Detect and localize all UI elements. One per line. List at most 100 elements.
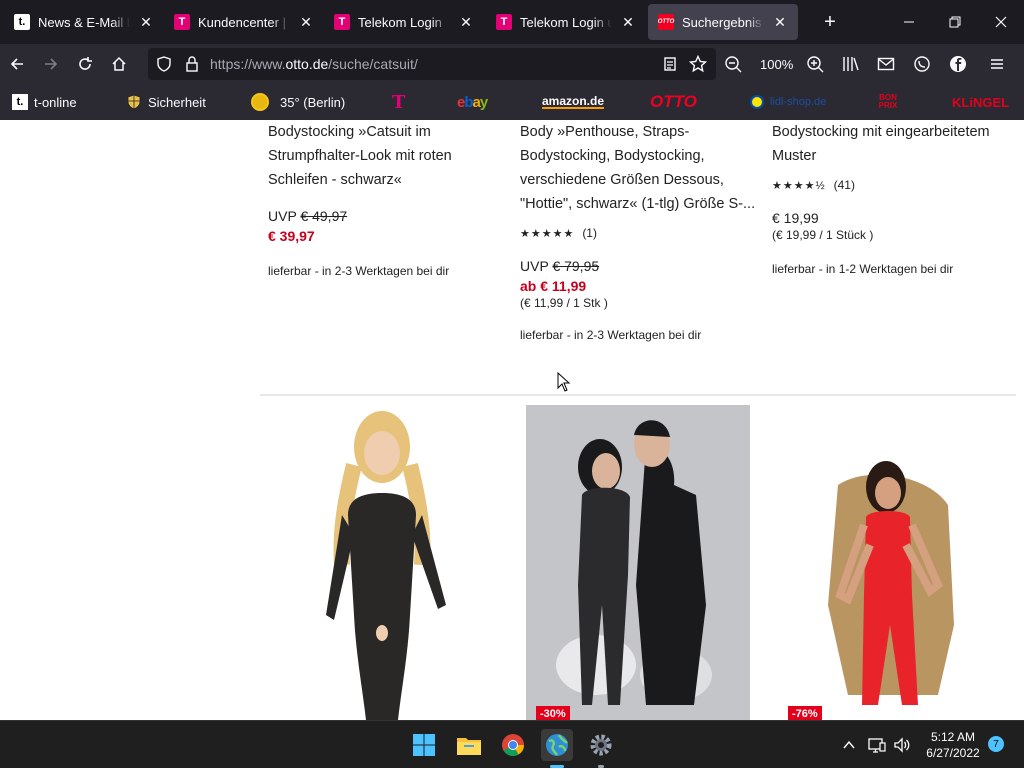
- restore-icon: [949, 16, 961, 28]
- bookmark-klingel[interactable]: KLiNGEL: [952, 92, 1009, 112]
- bookmark-lidl[interactable]: lidl-shop.de: [750, 92, 826, 112]
- mouse-cursor-icon: [557, 372, 571, 392]
- zoom-level[interactable]: 100%: [760, 48, 793, 80]
- hamburger-menu-icon: [991, 59, 1003, 69]
- shield-icon: [127, 94, 141, 110]
- product-title[interactable]: Bodystocking mit eingearbeitetem Muster: [772, 120, 1012, 168]
- bookmark-weather[interactable]: 35° (Berlin): [250, 92, 345, 112]
- notification-badge[interactable]: 7: [988, 736, 1004, 752]
- product-image[interactable]: -76%: [778, 405, 1006, 720]
- product-title[interactable]: Body »Penthouse, Straps-Bodystocking, Bo…: [520, 120, 760, 216]
- menu-button[interactable]: [989, 48, 1005, 80]
- globe-icon: [546, 734, 568, 756]
- close-icon[interactable]: ✕: [138, 14, 154, 31]
- library-button[interactable]: [842, 48, 860, 80]
- reader-view-icon[interactable]: [662, 56, 678, 72]
- show-hidden-icons-button[interactable]: [842, 721, 856, 769]
- product-image[interactable]: [270, 405, 498, 720]
- product-uvp: UVP € 49,97: [268, 208, 508, 224]
- klingel-logo: KLiNGEL: [952, 94, 1010, 110]
- shield-icon[interactable]: [156, 56, 172, 72]
- product-card[interactable]: Bodystocking »Catsuit im Strumpfhalter-L…: [268, 120, 508, 278]
- rating-count: (1): [582, 226, 597, 240]
- tab-kundencenter[interactable]: T Kundencenter | Telekom ✕: [164, 4, 324, 40]
- mail-button[interactable]: [877, 48, 895, 80]
- arrow-right-icon: [45, 58, 58, 70]
- url-text[interactable]: https://www.otto.de/suche/catsuit/: [210, 56, 418, 72]
- otto-logo: OTTO: [650, 92, 697, 111]
- clock[interactable]: 5:12 AM 6/27/2022: [918, 729, 988, 761]
- file-explorer-button[interactable]: [453, 729, 485, 761]
- couple-bodystocking-image: [526, 405, 750, 720]
- gear-icon: [590, 734, 612, 756]
- close-icon[interactable]: ✕: [458, 14, 474, 31]
- product-price: € 39,97: [268, 228, 315, 244]
- tab-title: Telekom Login: [358, 14, 442, 30]
- bookmark-t-online[interactable]: t. t-online: [12, 92, 77, 112]
- settings-button[interactable]: [585, 729, 617, 768]
- product-price: ab € 11,99: [520, 278, 587, 294]
- zoom-in-button[interactable]: [806, 48, 824, 80]
- amazon-logo: amazon.de: [542, 94, 605, 109]
- telekom-favicon-icon: T: [334, 14, 350, 30]
- telekom-favicon-icon: T: [174, 14, 190, 30]
- url-domain: otto.de: [285, 56, 329, 72]
- close-icon[interactable]: ✕: [772, 14, 788, 31]
- facebook-button[interactable]: [949, 48, 967, 80]
- product-title[interactable]: Bodystocking »Catsuit im Strumpfhalter-L…: [268, 120, 508, 192]
- uvp-label: UVP: [520, 258, 549, 274]
- reload-button[interactable]: [68, 48, 102, 80]
- bookmark-label: t-online: [34, 94, 77, 110]
- chrome-button[interactable]: [497, 729, 529, 761]
- bookmark-ebay[interactable]: ebay: [457, 92, 488, 112]
- back-button[interactable]: [0, 48, 34, 80]
- tab-title: Telekom Login und Registrierung: [520, 14, 612, 30]
- telekom-logo: T: [392, 91, 406, 113]
- restore-button[interactable]: [932, 0, 978, 44]
- ebay-logo: ebay: [457, 93, 488, 111]
- whatsapp-button[interactable]: [913, 48, 931, 80]
- tab-suchergebnis[interactable]: OTTO Suchergebnis für catsuit ✕: [648, 4, 798, 40]
- product-unit-price: (€ 19,99 / 1 Stück ): [772, 228, 874, 242]
- url-path: /suche/catsuit/: [328, 56, 418, 72]
- new-tab-button[interactable]: +: [814, 4, 846, 40]
- tab-telekom-login-registrierung[interactable]: T Telekom Login und Registrierung ✕: [486, 4, 646, 40]
- product-card[interactable]: Body »Penthouse, Straps-Bodystocking, Bo…: [520, 120, 760, 342]
- bookmark-sicherheit[interactable]: Sicherheit: [126, 92, 206, 112]
- rating-stars: ★★★★★: [520, 227, 575, 240]
- product-uvp: UVP € 79,95: [520, 258, 760, 274]
- minimize-button[interactable]: [886, 0, 932, 44]
- zoom-out-button[interactable]: [724, 48, 742, 80]
- lock-icon[interactable]: [184, 56, 200, 72]
- bookmark-amazon[interactable]: amazon.de: [542, 92, 605, 112]
- reload-icon: [79, 57, 92, 70]
- close-icon[interactable]: ✕: [620, 14, 636, 31]
- uvp-price: € 79,95: [552, 258, 600, 274]
- clock-time: 5:12 AM: [930, 730, 976, 744]
- browser-button[interactable]: [541, 729, 573, 768]
- star-bookmark-icon[interactable]: [689, 55, 707, 73]
- bookmark-bonprix[interactable]: BON PRIX: [876, 92, 900, 112]
- network-icon: [868, 738, 886, 753]
- close-window-button[interactable]: [978, 0, 1024, 44]
- url-bar[interactable]: https://www.otto.de/suche/catsuit/: [148, 48, 716, 80]
- volume-button[interactable]: [893, 721, 911, 769]
- product-card[interactable]: Bodystocking mit eingearbeitetem Muster …: [772, 120, 1012, 276]
- tab-telekom-login[interactable]: T Telekom Login ✕: [324, 4, 484, 40]
- network-button[interactable]: [868, 721, 886, 769]
- rating-count: (41): [833, 178, 855, 192]
- forward-button[interactable]: [34, 48, 68, 80]
- close-icon[interactable]: ✕: [298, 14, 314, 31]
- start-button[interactable]: [408, 729, 440, 761]
- bookmark-otto[interactable]: OTTO: [650, 92, 697, 112]
- product-price: € 19,99: [772, 210, 819, 226]
- home-button[interactable]: [102, 48, 136, 80]
- uvp-label: UVP: [268, 208, 297, 224]
- product-delivery: lieferbar - in 2-3 Werktagen bei dir: [268, 264, 450, 278]
- product-image[interactable]: -30%: [526, 405, 750, 720]
- folder-icon: [457, 738, 481, 755]
- tab-t-online[interactable]: t. News & E-Mail bei t-online ✕: [4, 4, 164, 40]
- bookmark-telekom[interactable]: T: [392, 91, 406, 113]
- home-icon: [112, 56, 126, 71]
- uvp-price: € 49,97: [300, 208, 348, 224]
